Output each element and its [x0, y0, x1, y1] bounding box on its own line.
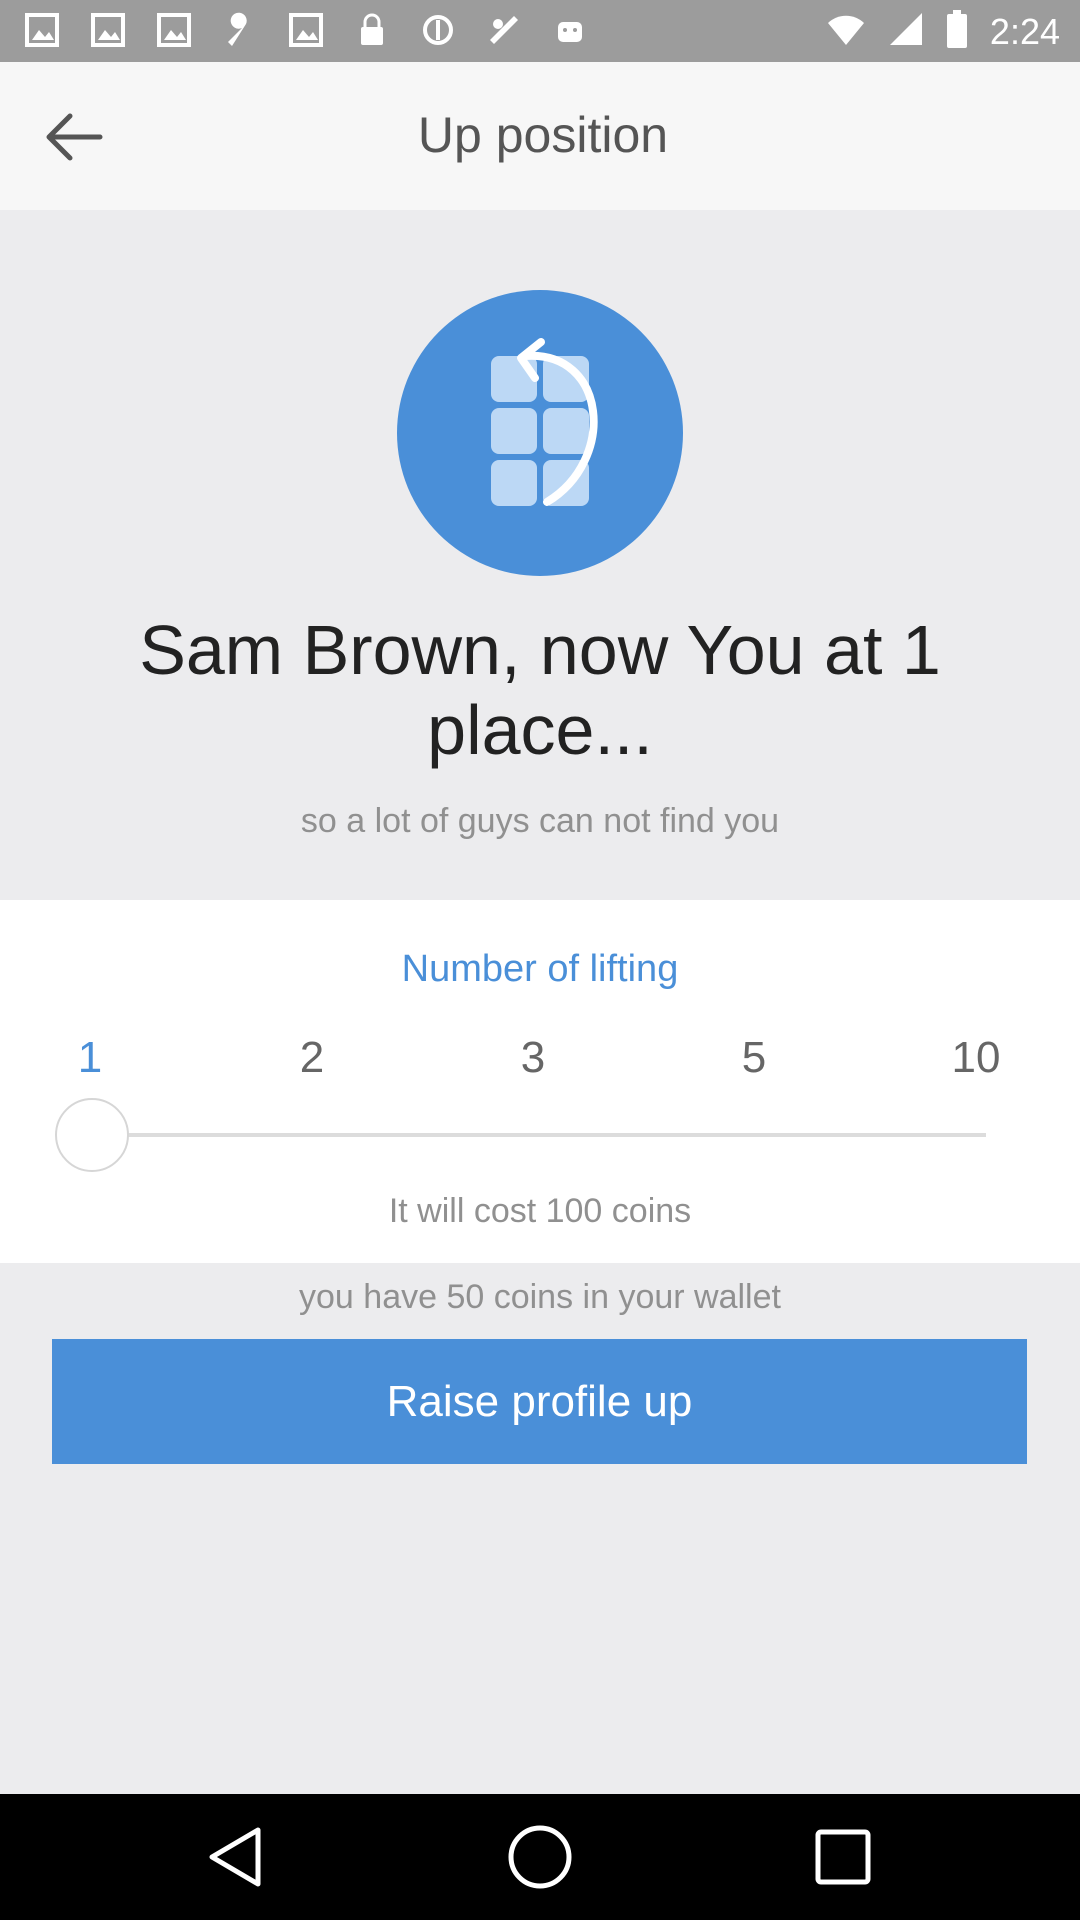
- wrench-icon: [222, 12, 258, 48]
- notification-icons: [24, 12, 588, 48]
- triangle-back-icon: [209, 1827, 261, 1887]
- battery-icon: [946, 10, 968, 53]
- slider-track[interactable]: [94, 1133, 986, 1137]
- slider-thumb[interactable]: [55, 1098, 129, 1172]
- lift-option-1[interactable]: 1: [50, 1033, 130, 1083]
- wifi-icon: [826, 11, 866, 52]
- image-icon: [24, 12, 60, 48]
- android-icon: [552, 12, 588, 48]
- subline: so a lot of guys can not find you: [300, 802, 780, 840]
- image-icon: [288, 12, 324, 48]
- headline: Sam Brown, now You at 1 place...: [139, 611, 941, 769]
- lifting-panel: Number of lifting 1 2 3 5 10 It will cos…: [0, 900, 1080, 1263]
- page-title: Up position: [417, 107, 669, 163]
- signal-icon: [888, 11, 924, 52]
- raise-profile-button[interactable]: Raise profile up: [52, 1339, 1027, 1464]
- navigation-bar: [0, 1794, 1080, 1920]
- fake-gps-icon: [486, 12, 522, 48]
- nav-back-button[interactable]: [202, 1822, 272, 1892]
- hero-section: Sam Brown, now You at 1 place... so a lo…: [0, 210, 1080, 900]
- square-recents-icon: [815, 1829, 871, 1885]
- nav-home-button[interactable]: [505, 1822, 575, 1892]
- sync-icon: [420, 12, 456, 48]
- clock: 2:24: [989, 10, 1060, 52]
- lifting-title: Number of lifting: [401, 948, 679, 990]
- circle-home-icon: [508, 1825, 572, 1889]
- nav-recents-button[interactable]: [808, 1822, 878, 1892]
- lock-icon: [354, 12, 390, 48]
- app-bar: Up position: [0, 62, 1080, 210]
- image-icon: [90, 12, 126, 48]
- wallet-text: you have 50 coins in your wallet: [299, 1278, 781, 1316]
- lift-option-3[interactable]: 3: [493, 1033, 573, 1083]
- lift-option-5[interactable]: 5: [714, 1033, 794, 1083]
- system-status: 2:24: [826, 10, 1060, 53]
- status-bar: 2:24: [0, 0, 1080, 62]
- lift-option-10[interactable]: 10: [936, 1033, 1016, 1083]
- image-icon: [156, 12, 192, 48]
- grid-lift-icon: [397, 290, 683, 576]
- lift-option-2[interactable]: 2: [272, 1033, 352, 1083]
- cost-text: It will cost 100 coins: [388, 1192, 692, 1230]
